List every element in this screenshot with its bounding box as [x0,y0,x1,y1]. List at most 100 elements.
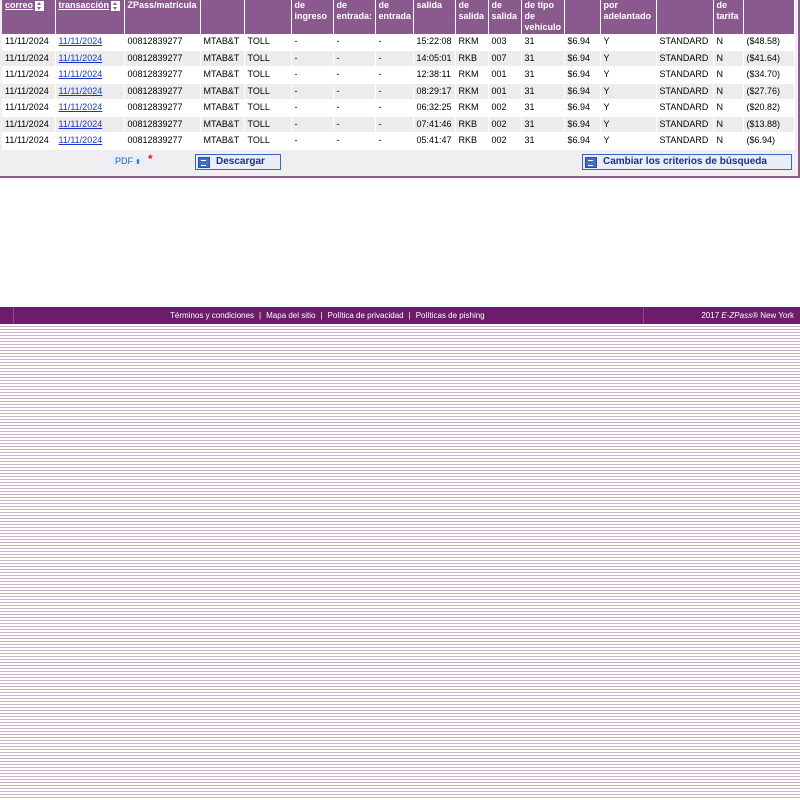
results-panel: envío porcorreoFecha de latransacciónNúm… [0,0,800,178]
table-header: envío porcorreoFecha de latransacciónNúm… [2,0,795,34]
column-header-11: Clasede tipodevehículo [521,0,565,34]
column-header-text: Plaza de [336,0,348,10]
content-area: envío porcorreoFecha de latransacciónNúm… [0,0,800,307]
table-cell: - [333,50,376,67]
column-header-0[interactable]: envío porcorreo [2,0,56,34]
cell-value: - [378,36,382,46]
table-cell: 11/11/2024 [55,50,125,67]
table-cell: 31 [521,116,565,133]
footer: Términos y condiciones | Mapa del sitio | Po… [0,307,800,324]
table-cell: STANDARD [656,83,714,100]
table-cell: - [333,99,376,116]
table-cell: - [291,116,334,133]
transaction-date-link[interactable]: 11/11/2024 [59,69,103,79]
cell-value: Y [603,52,610,63]
table-cell: TOLL [244,99,292,116]
change-criteria-button[interactable]: Cambiar los criterios de búsqueda [582,154,792,170]
column-header-7: Carrildeentrada [375,0,414,34]
table-row: 11/11/2024 11/11/2024 00812839277 MTAB&T TOL… [2,132,795,149]
cell-value: 007 [491,52,507,63]
table-cell: Y [600,99,657,116]
table-cell: - [291,83,334,100]
cell-value: 001 [491,69,507,79]
table-cell: N [713,34,744,50]
table-cell: 00812839277 [124,116,201,133]
table-cell: 31 [521,99,565,116]
cell-value: RKB [458,118,478,129]
table-cell: - [333,66,376,83]
cell-value: - [336,69,340,79]
column-header-9: Plazadesalida [455,0,489,34]
cell-value: STANDARD [659,85,709,96]
cell-value: ($34.70) [746,69,781,79]
table-cell: - [291,66,334,83]
column-header-15: Plandetarifa [713,0,744,34]
footer-link-terms[interactable]: Términos y condiciones [170,311,254,320]
transaction-date-link[interactable]: 11/11/2024 [59,53,103,63]
cell-value: MTAB&T [203,85,240,96]
cell-value: MTAB&T [203,52,240,63]
column-header-13: Pagoporadelantado [600,0,657,34]
cell-value: - [294,135,298,145]
footer-link-privacy[interactable]: Política de privacidad [328,311,404,320]
column-header-text: adelantado [603,11,652,21]
cell-value: 00812839277 [127,102,183,112]
table-cell: 00812839277 [124,83,201,100]
table-cell: MTAB&T [200,50,245,67]
format-select[interactable]: PDF ⬍ [111,155,145,167]
column-header-16: Saldo [743,0,795,34]
table-row: 11/11/2024 11/11/2024 00812839277 MTAB&T TOL… [2,34,795,50]
table-row: 11/11/2024 11/11/2024 00812839277 MTAB&T TOL… [2,99,795,116]
table-cell: 11/11/2024 [2,66,56,83]
cell-value: TOLL [247,36,270,46]
table-cell: ($48.58) [743,34,795,50]
sort-icon[interactable] [111,0,121,11]
column-header-1[interactable]: Fecha de latransacción [55,0,125,34]
cell-value: N [716,36,724,46]
background-stripes [0,324,800,800]
cell-value: 00812839277 [127,69,183,79]
sort-icon[interactable] [35,0,45,11]
cell-value: - [294,85,298,96]
cell-value: STANDARD [659,52,709,63]
column-header-6: Plaza deentrada: [333,0,376,34]
footer-link-phishing[interactable]: Políticas de pishing [416,311,485,320]
required-marker: * [148,152,153,166]
table-cell: 11/11/2024 [55,132,125,149]
table-cell: - [375,99,414,116]
download-button[interactable]: Descargar [195,154,281,170]
table-cell: - [333,34,376,50]
cell-value: - [336,85,340,96]
transaction-date-link[interactable]: 11/11/2024 [59,86,103,96]
cell-value: 00812839277 [127,85,183,96]
table-cell: 00812839277 [124,34,201,50]
table-body: 11/11/2024 11/11/2024 00812839277 MTAB&T TOL… [2,34,795,149]
table-cell: 001 [488,83,522,100]
cell-value: RKB [458,52,478,63]
table-cell: 11/11/2024 [55,34,125,50]
copyright-year: 2017 [701,311,720,320]
transaction-date-link[interactable]: 11/11/2024 [59,135,103,145]
cell-value: N [716,52,724,63]
table-cell: - [375,50,414,67]
footer-link-sitemap[interactable]: Mapa del sitio [266,311,315,320]
column-header-2: Número de E-ZPass/matrícula [124,0,201,34]
transaction-date-link[interactable]: 11/11/2024 [59,36,103,46]
format-select-value: PDF [115,156,133,166]
column-header-10: Carrildesalida [488,0,522,34]
cell-value: 31 [524,69,535,79]
cell-value: 31 [524,135,535,145]
table-cell: Y [600,83,657,100]
table-cell: 15:22:08 [413,34,456,50]
table-cell: 31 [521,34,565,50]
footer-links: Términos y condiciones | Mapa del sitio | Po… [170,307,485,324]
transaction-date-link[interactable]: 11/11/2024 [59,119,103,129]
search-criteria-icon [585,157,597,168]
table-cell: 00812839277 [124,132,201,149]
cell-value: TOLL [247,102,270,112]
cell-value: $6.94 [567,36,591,46]
actions-bar: PDF ⬍ * Descargar Cambiar los criterios d… [0,150,798,174]
cell-value: Y [603,36,610,46]
transaction-date-link[interactable]: 11/11/2024 [59,102,103,112]
column-header-text: de [378,0,390,10]
